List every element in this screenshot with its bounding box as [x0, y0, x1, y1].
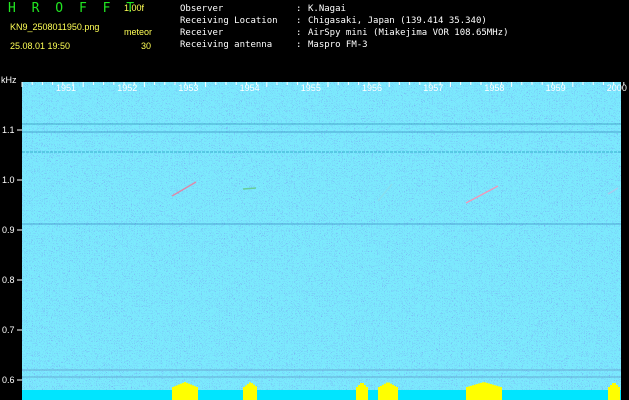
level-peak-bar — [486, 382, 488, 400]
level-peak-bar — [178, 384, 180, 400]
spectrogram-panel: kHz 1.1 1.0 0.9 0.8 0.7 0.6 1951 1952 1953 1954 1… — [0, 74, 629, 400]
level-peak-bar — [180, 383, 182, 400]
level-peak-bar — [392, 384, 394, 400]
level-peak-bar — [172, 387, 174, 400]
level-peak-bar — [614, 383, 616, 400]
version-label: 1.00f — [124, 3, 145, 13]
level-peak-bar — [478, 383, 480, 400]
level-peak-bar — [255, 386, 257, 400]
level-peak-bar — [247, 383, 249, 400]
y-tick-label: 0.7 — [2, 325, 15, 335]
header-panel: H R O F F T 1.00f KN9_2508011950.png met… — [0, 0, 629, 74]
level-peak-bar — [176, 385, 178, 400]
spectrogram-specks — [22, 82, 621, 394]
level-peak-bar — [472, 385, 474, 400]
level-peak-bar — [500, 387, 502, 400]
level-peak-bar — [610, 385, 612, 400]
level-peak-bar — [488, 383, 490, 400]
receiver-key: Receiver — [180, 28, 224, 38]
level-peak-bar — [249, 382, 251, 400]
level-peak-bar — [174, 386, 176, 400]
level-peak-bar — [612, 383, 614, 400]
level-peak-bar — [484, 382, 486, 400]
level-peak-bar — [378, 387, 380, 400]
level-peak-bar — [470, 385, 472, 400]
receiver-colon: : — [296, 28, 302, 38]
y-axis-ticks: 1.1 1.0 0.9 0.8 0.7 0.6 — [2, 125, 22, 385]
y-axis-unit: kHz — [1, 75, 17, 85]
level-peak-bar — [188, 383, 190, 400]
level-peak-bar — [386, 382, 388, 400]
antenna-value: Maspro FM-3 — [308, 40, 368, 50]
location-colon: : — [296, 16, 302, 26]
level-peak-bar — [480, 382, 482, 400]
level-peak-bar — [388, 382, 390, 400]
level-peak-bar — [494, 385, 496, 400]
y-tick-label: 0.6 — [2, 375, 15, 385]
meteor-count: 30 — [141, 41, 152, 51]
level-peak-bar — [194, 386, 196, 400]
level-peak-bar — [468, 386, 470, 400]
observer-key: Observer — [180, 4, 224, 14]
level-peak-bar — [245, 385, 247, 400]
meteor-label: meteor — [124, 27, 153, 37]
y-tick-label: 1.0 — [2, 175, 15, 185]
level-peak-bar — [616, 385, 618, 400]
location-value: Chigasaki, Japan (139.414 35.340) — [308, 16, 487, 26]
level-bar — [22, 390, 621, 400]
level-peak-bar — [492, 384, 494, 400]
level-peak-bar — [496, 385, 498, 400]
level-peak-bar — [380, 385, 382, 400]
antenna-colon: : — [296, 40, 302, 50]
y-tick-label: 0.8 — [2, 275, 15, 285]
level-peak-bar — [360, 383, 362, 400]
level-peak-bar — [251, 383, 253, 400]
level-peak-bar — [384, 383, 386, 400]
level-peak-bar — [356, 387, 358, 400]
spectrogram-svg: kHz 1.11.00.90.80.70.6 1951 1952 1953 1954 1… — [1, 75, 627, 400]
observer-colon: : — [296, 4, 302, 14]
level-peak-bar — [618, 387, 620, 400]
level-peak-bar — [396, 387, 398, 400]
level-peak-bar — [362, 383, 364, 400]
level-peak-bar — [186, 382, 188, 400]
level-peak-bar — [482, 382, 484, 400]
antenna-key: Receiving antenna — [180, 40, 273, 50]
level-peak-bar — [382, 384, 384, 400]
y-tick-label: 1.1 — [2, 125, 15, 135]
level-peak-bar — [366, 387, 368, 400]
y-tick-label: 0.9 — [2, 225, 15, 235]
level-peak-bar — [190, 384, 192, 400]
datetime-label: 25.08.01 19:50 — [10, 41, 71, 51]
level-peak-bar — [476, 384, 478, 400]
level-peak-bar — [394, 385, 396, 400]
level-peak-bar — [364, 385, 366, 400]
level-peak-bar — [184, 382, 186, 400]
receiver-value: AirSpy mini (Miakejima VOR 108.65MHz) — [308, 28, 509, 38]
location-key: Receiving Location — [180, 16, 278, 26]
meteor-echo-2 — [242, 187, 257, 190]
level-peak-bar — [490, 384, 492, 400]
level-peak-bar — [466, 387, 468, 400]
observer-value: K.Nagai — [308, 4, 346, 14]
level-peak-bar — [390, 383, 392, 400]
level-peak-bar — [243, 387, 245, 400]
app-title: H R O F F T — [8, 1, 139, 16]
level-peak-bar — [608, 387, 610, 400]
level-peak-bar — [196, 387, 198, 400]
level-peak-bar — [192, 385, 194, 400]
filename-label: KN9_2508011950.png — [10, 22, 100, 32]
level-peak-bar — [358, 385, 360, 400]
level-peak-bar — [182, 382, 184, 400]
level-peak-bar — [253, 384, 255, 400]
level-peak-bar — [474, 384, 476, 400]
level-peak-bar — [498, 386, 500, 400]
